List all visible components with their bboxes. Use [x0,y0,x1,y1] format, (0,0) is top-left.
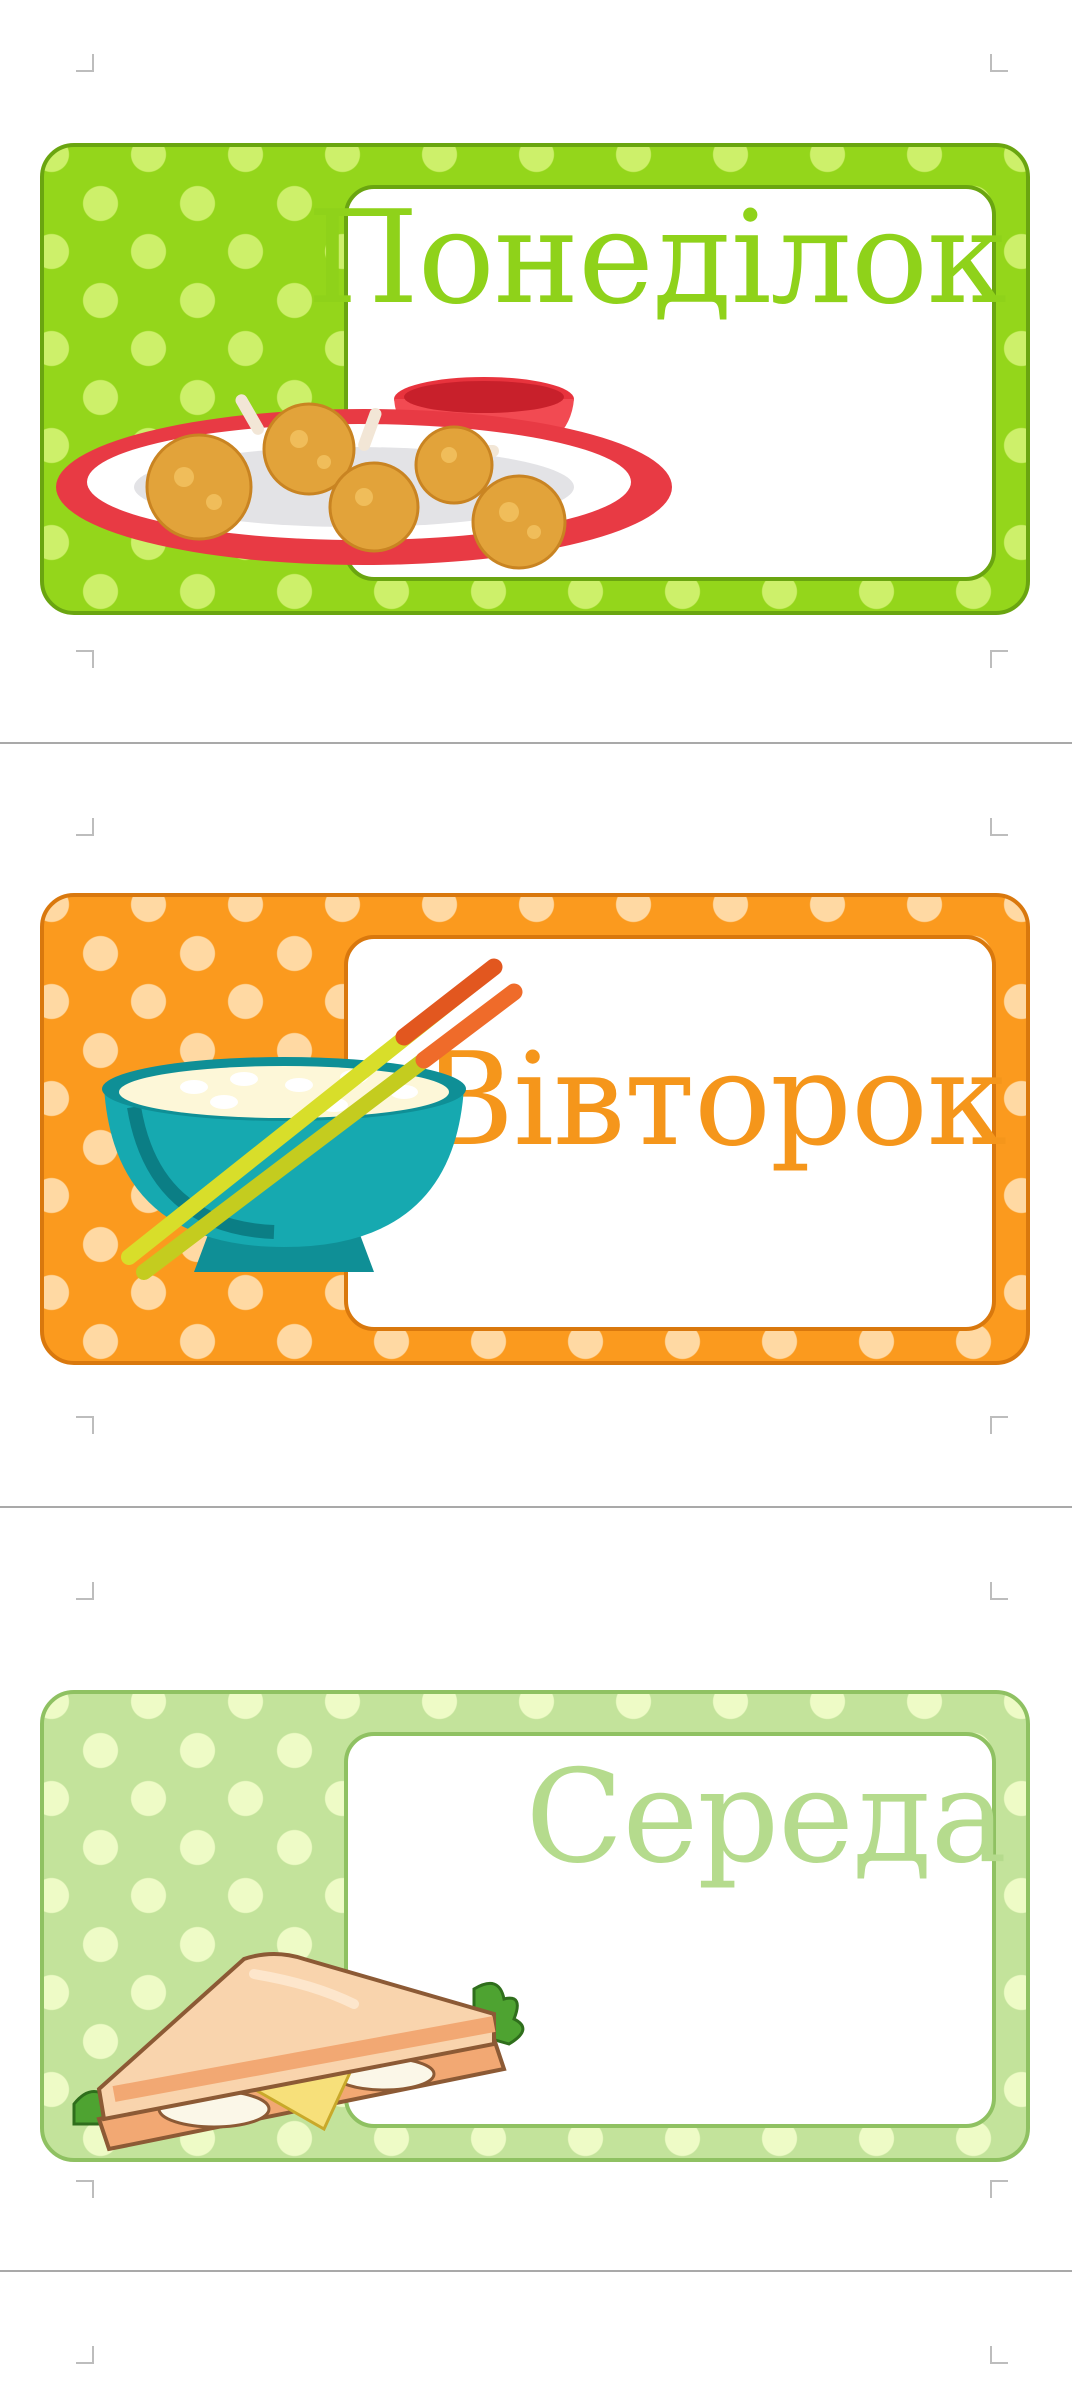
crop-mark [990,1582,1008,1600]
sandwich-icon [72,1952,525,2152]
crop-mark [990,650,1008,668]
crop-mark [990,1416,1008,1434]
day-card-tuesday: Вівторок [40,893,1030,1365]
crop-mark [990,2346,1008,2364]
crop-mark [76,1582,94,1600]
day-card-monday: Понеділок [40,143,1030,615]
page-divider [0,1506,1072,1508]
crop-mark [76,54,94,72]
crop-mark [76,2180,94,2198]
crop-mark [990,54,1008,72]
fried-chicken-plate-icon [56,377,672,570]
crop-mark [76,2346,94,2364]
crop-mark [990,2180,1008,2198]
page-divider [0,2270,1072,2272]
crop-mark [76,818,94,836]
crop-mark [76,1416,94,1434]
crop-mark [76,650,94,668]
day-label-wednesday: Середа [525,1743,1007,1892]
crop-mark [990,818,1008,836]
page-divider [0,742,1072,744]
day-label-monday: Понеділок [307,184,1007,333]
day-card-wednesday: Середа [40,1690,1030,2162]
rice-bowl-chopsticks-icon [102,958,523,1280]
